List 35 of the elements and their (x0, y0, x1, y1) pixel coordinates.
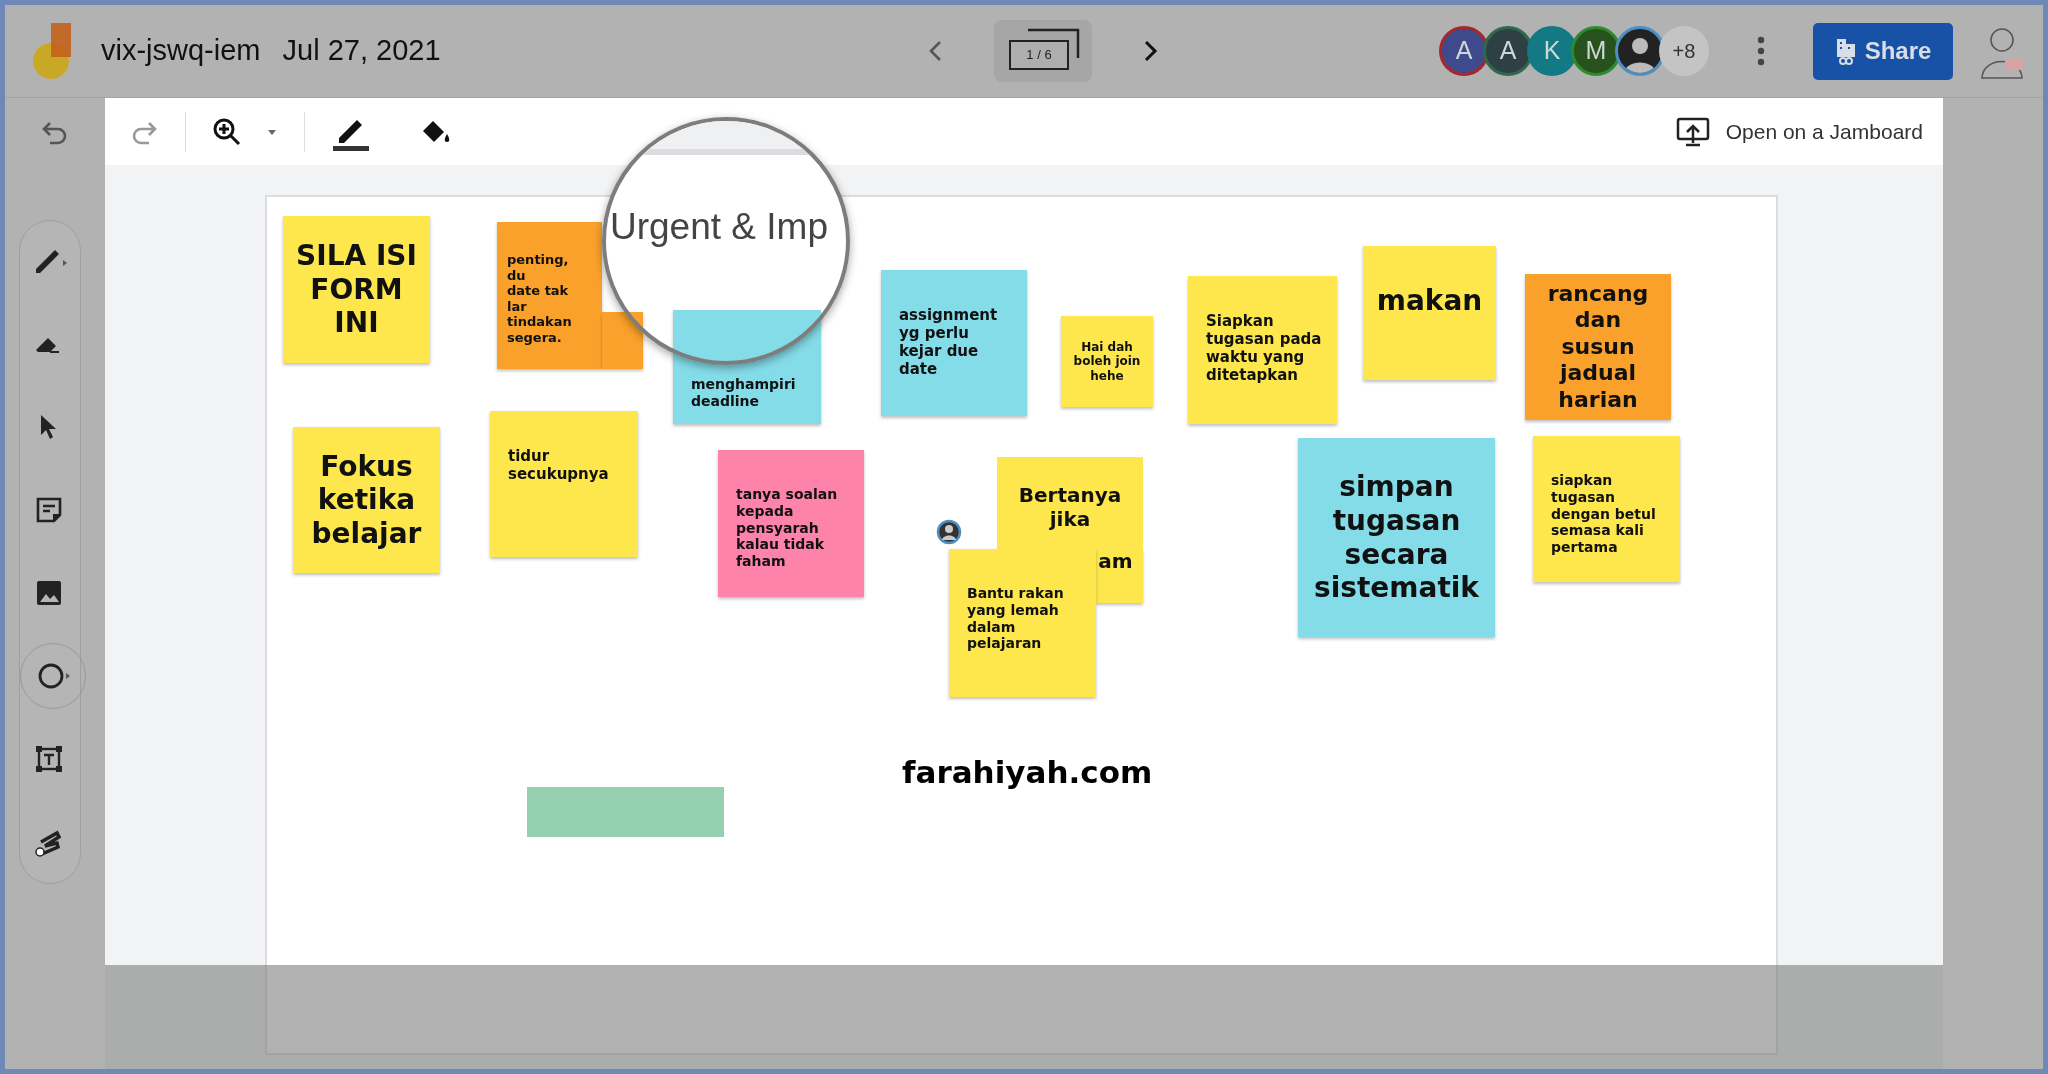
sticky-note-corner (602, 312, 643, 369)
magnified-text: Urgent & Imp (609, 205, 828, 249)
frame-counter: 1 / 6 (1009, 40, 1069, 70)
share-button[interactable]: Share (1813, 22, 1953, 80)
sticky-note[interactable]: simpan tugasan secara sistematik (1298, 438, 1495, 637)
sticky-note[interactable]: Fokus ketika belajar (293, 427, 440, 573)
sticky-note[interactable]: Bantu rakan yang lemah dalam pelajaran (949, 549, 1096, 697)
zoom-in-icon (212, 116, 242, 147)
cursor-avatar-icon (936, 519, 962, 545)
building-icon (1834, 37, 1857, 65)
upload-screen-icon (1675, 116, 1710, 147)
sticky-note[interactable]: siapkan tugasan dengan betul semasa kali pertama (1533, 436, 1680, 582)
board-date: Jul 27, 2021 (282, 33, 441, 69)
sticky-note[interactable]: tanya soalan kepada pensyarah kalau tidak faham (718, 450, 864, 597)
board-title: vix-jswq-iem (101, 33, 261, 69)
frame-switcher-button[interactable]: 1 / 6 (994, 20, 1092, 82)
sticky-note[interactable]: menghampiri deadline (673, 310, 821, 424)
zoom-button[interactable] (212, 116, 242, 147)
sticky-note[interactable]: makan (1363, 246, 1496, 380)
website-caption: farahiyah.com (902, 753, 1153, 792)
zoom-menu-button[interactable] (266, 127, 278, 136)
caret-icon (266, 127, 278, 136)
sticky-note[interactable]: tidur secukupnya (490, 411, 638, 557)
sticky-note[interactable]: Bertanya jika (997, 457, 1143, 549)
more-collaborators-badge[interactable]: +8 (1659, 26, 1709, 76)
sticky-note-edge: am (1096, 549, 1143, 603)
sticky-note[interactable]: rancang dan susun jadual harian (1525, 274, 1671, 420)
sticky-note[interactable]: Hai dah boleh join hehe (1061, 316, 1153, 407)
sticky-note[interactable]: penting, du date tak lar tindakan segera. (497, 222, 602, 369)
kebab-menu-icon (1757, 36, 1765, 66)
sticky-note[interactable]: Siapkan tugasan pada waktu yang ditetapkan (1188, 276, 1337, 424)
sticky-note[interactable]: SILA ISI FORM INI (283, 216, 430, 363)
open-on-jamboard-button[interactable]: Open on a Jamboard (1675, 115, 1923, 148)
more-menu-button[interactable] (1757, 36, 1765, 66)
sticky-note[interactable]: assignment yg perlu kejar due date (881, 270, 1027, 416)
